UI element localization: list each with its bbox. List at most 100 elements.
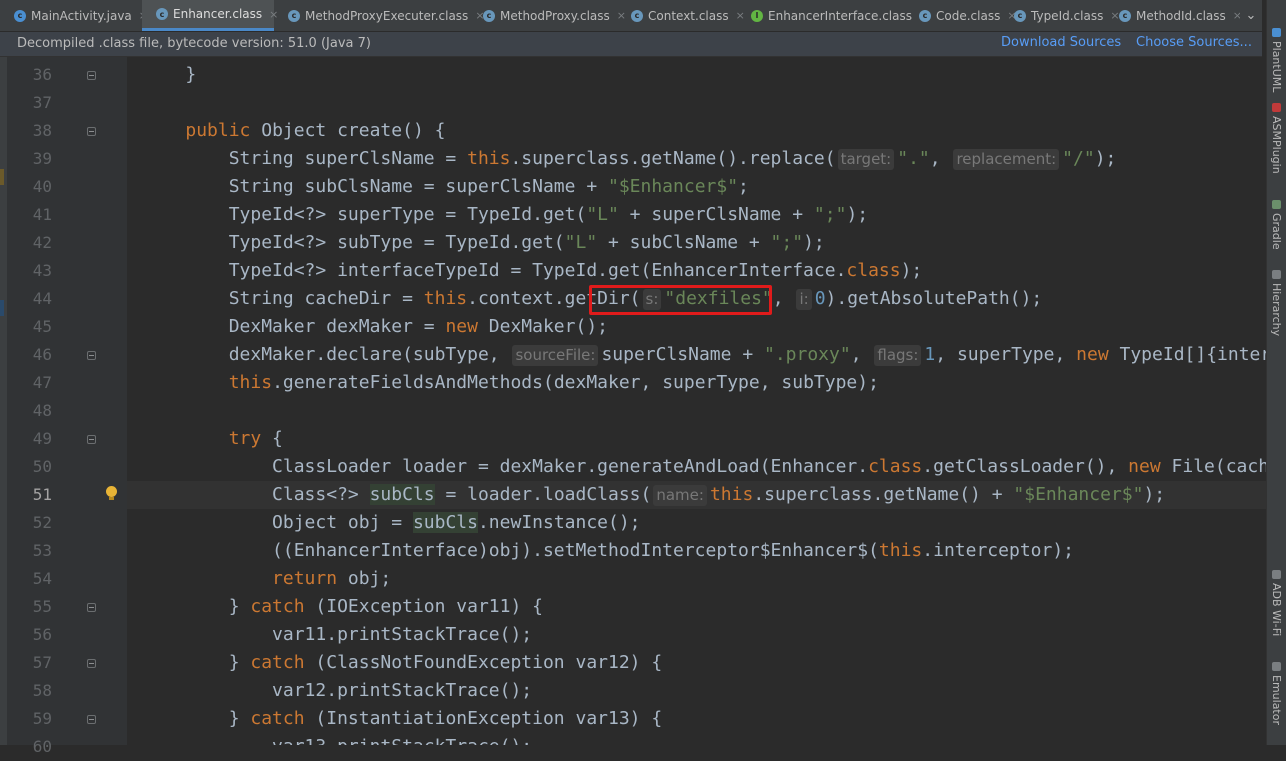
java-class-icon: c xyxy=(14,9,26,22)
code-line[interactable]: } catch (InstantiationException var13) { xyxy=(142,705,663,733)
line-number[interactable]: 56 xyxy=(14,621,52,649)
fold-toggle-icon[interactable] xyxy=(87,603,96,612)
line-number[interactable]: 38 xyxy=(14,117,52,145)
code-line[interactable]: String superClsName = this.superclass.ge… xyxy=(142,145,1116,173)
line-number[interactable]: 55 xyxy=(14,593,52,621)
line-number-gutter[interactable]: 36 37 38 39 40 41 42 43 44 45 46 47 48 49 50 51 52 53 54 55… xyxy=(7,57,127,756)
line-number[interactable]: 60 xyxy=(14,733,52,761)
fold-toggle-icon[interactable] xyxy=(87,659,96,668)
editor-tab-bar: cMainActivity.java×cEnhancer.class×cMeth… xyxy=(0,0,1262,32)
fold-toggle-icon[interactable] xyxy=(87,127,96,136)
tab-typeid-class[interactable]: c TypeId.class × xyxy=(1000,0,1120,31)
fold-toggle-icon[interactable] xyxy=(87,351,96,360)
line-number[interactable]: 46 xyxy=(14,341,52,369)
line-number[interactable]: 57 xyxy=(14,649,52,677)
line-number[interactable]: 37 xyxy=(14,89,52,117)
code-line[interactable]: } catch (IOException var11) { xyxy=(142,593,543,621)
line-number[interactable]: 51 xyxy=(14,481,52,509)
line-number[interactable]: 36 xyxy=(14,61,52,89)
code-line[interactable]: return obj; xyxy=(142,565,391,593)
toolwindow-plantuml[interactable]: PlantUML xyxy=(1270,28,1283,92)
line-number[interactable]: 58 xyxy=(14,677,52,705)
line-number[interactable]: 48 xyxy=(14,397,52,425)
line-number[interactable]: 39 xyxy=(14,145,52,173)
toolwindow-label: ADB Wi-Fi xyxy=(1270,583,1283,637)
code-line[interactable]: TypeId<?> subType = TypeId.get("L" + sub… xyxy=(142,229,825,257)
line-number[interactable]: 52 xyxy=(14,509,52,537)
tab-label: Context.class xyxy=(648,8,729,23)
class-icon: c xyxy=(631,9,643,22)
tab-enhancerinterface-class[interactable]: IEnhancerInterface.class× xyxy=(737,0,928,31)
fold-toggle-icon[interactable] xyxy=(87,715,96,724)
code-line[interactable]: } xyxy=(142,61,196,89)
line-number[interactable]: 41 xyxy=(14,201,52,229)
tab-context-class[interactable]: c Context.class × xyxy=(617,0,745,31)
tab-methodproxy-class[interactable]: c MethodProxy.class × xyxy=(469,0,626,31)
class-icon: c xyxy=(919,9,931,22)
code-line[interactable]: public Object create() { xyxy=(142,117,445,145)
code-line[interactable]: } catch (ClassNotFoundException var12) { xyxy=(142,649,663,677)
code-line[interactable]: ClassLoader loader = dexMaker.generateAn… xyxy=(142,453,1266,481)
choose-sources-link[interactable]: Choose Sources... xyxy=(1136,35,1252,50)
code-line[interactable]: var11.printStackTrace(); xyxy=(142,621,532,649)
code-line[interactable]: this.generateFieldsAndMethods(dexMaker, … xyxy=(142,369,879,397)
adb-wi-fi-icon xyxy=(1271,570,1281,579)
toolwindow-asmplugin[interactable]: ASMPlugin xyxy=(1270,103,1283,174)
tab-label: Code.class xyxy=(936,8,1001,23)
tab-methodid-class[interactable]: c MethodId.class × xyxy=(1105,0,1242,31)
toolwindow-label: ASMPlugin xyxy=(1270,116,1283,174)
tab-label: TypeId.class xyxy=(1031,8,1104,23)
line-number[interactable]: 47 xyxy=(14,369,52,397)
tab-label: MethodProxy.class xyxy=(500,8,610,23)
line-number[interactable]: 45 xyxy=(14,313,52,341)
code-line[interactable]: TypeId<?> interfaceTypeId = TypeId.get(E… xyxy=(142,257,923,285)
asmplugin-icon xyxy=(1271,103,1281,112)
class-icon: c xyxy=(1014,9,1026,22)
code-line[interactable]: var13.printStackTrace(); xyxy=(142,733,532,745)
line-number[interactable]: 54 xyxy=(14,565,52,593)
code-line[interactable]: String subClsName = superClsName + "$Enh… xyxy=(142,173,749,201)
tab-mainactivity-java[interactable]: cMainActivity.java× xyxy=(0,0,148,31)
line-number[interactable]: 43 xyxy=(14,257,52,285)
line-number[interactable]: 44 xyxy=(14,285,52,313)
emulator-icon xyxy=(1271,662,1281,671)
line-number[interactable]: 42 xyxy=(14,229,52,257)
tab-methodproxyexecuter-class[interactable]: c MethodProxyExecuter.class × xyxy=(274,0,485,31)
interface-icon: I xyxy=(751,9,763,22)
code-editor[interactable]: } public Object create() { String superC… xyxy=(127,57,1266,745)
toolwindow-adb-wi-fi[interactable]: ADB Wi-Fi xyxy=(1270,570,1283,636)
toolwindow-label: Emulator xyxy=(1270,675,1283,725)
tab-enhancer-class[interactable]: c Enhancer.class × xyxy=(142,0,278,31)
code-line[interactable]: ((EnhancerInterface)obj).setMethodInterc… xyxy=(142,537,1074,565)
intention-lightbulb-icon[interactable] xyxy=(106,486,117,500)
toolwindow-hierarchy[interactable]: Hierarchy xyxy=(1270,270,1283,336)
line-number[interactable]: 40 xyxy=(14,173,52,201)
code-line[interactable]: DexMaker dexMaker = new DexMaker(); xyxy=(142,313,608,341)
tab-label: MethodProxyExecuter.class xyxy=(305,8,469,23)
tab-list-dropdown-icon[interactable]: ⌄ xyxy=(1240,0,1262,31)
download-sources-link[interactable]: Download Sources xyxy=(1001,35,1121,50)
tab-label: MainActivity.java xyxy=(31,8,132,23)
line-number[interactable]: 49 xyxy=(14,425,52,453)
line-number[interactable]: 59 xyxy=(14,705,52,733)
line-number[interactable]: 50 xyxy=(14,453,52,481)
left-strip-marker xyxy=(0,300,4,316)
banner-message: Decompiled .class file, bytecode version… xyxy=(17,36,371,51)
toolwindow-label: Hierarchy xyxy=(1270,283,1283,337)
toolwindow-label: PlantUML xyxy=(1270,41,1283,93)
toolwindow-emulator[interactable]: Emulator xyxy=(1270,662,1283,725)
line-number[interactable]: 53 xyxy=(14,537,52,565)
code-line[interactable]: Object obj = subCls.newInstance(); xyxy=(142,509,641,537)
fold-toggle-icon[interactable] xyxy=(87,71,96,80)
code-line[interactable]: try { xyxy=(142,425,283,453)
code-line[interactable]: Class<?> subCls = loader.loadClass(name:… xyxy=(142,481,1165,509)
toolwindow-gradle[interactable]: Gradle xyxy=(1270,200,1283,250)
left-strip-marker xyxy=(0,169,4,185)
class-icon: c xyxy=(288,9,300,22)
code-line[interactable]: var12.printStackTrace(); xyxy=(142,677,532,705)
fold-toggle-icon[interactable] xyxy=(87,435,96,444)
tab-code-class[interactable]: c Code.class × xyxy=(905,0,1017,31)
code-line[interactable]: dexMaker.declare(subType, sourceFile: sup… xyxy=(142,341,1266,369)
tab-label: MethodId.class xyxy=(1136,8,1226,23)
code-line[interactable]: TypeId<?> superType = TypeId.get("L" + s… xyxy=(142,201,868,229)
